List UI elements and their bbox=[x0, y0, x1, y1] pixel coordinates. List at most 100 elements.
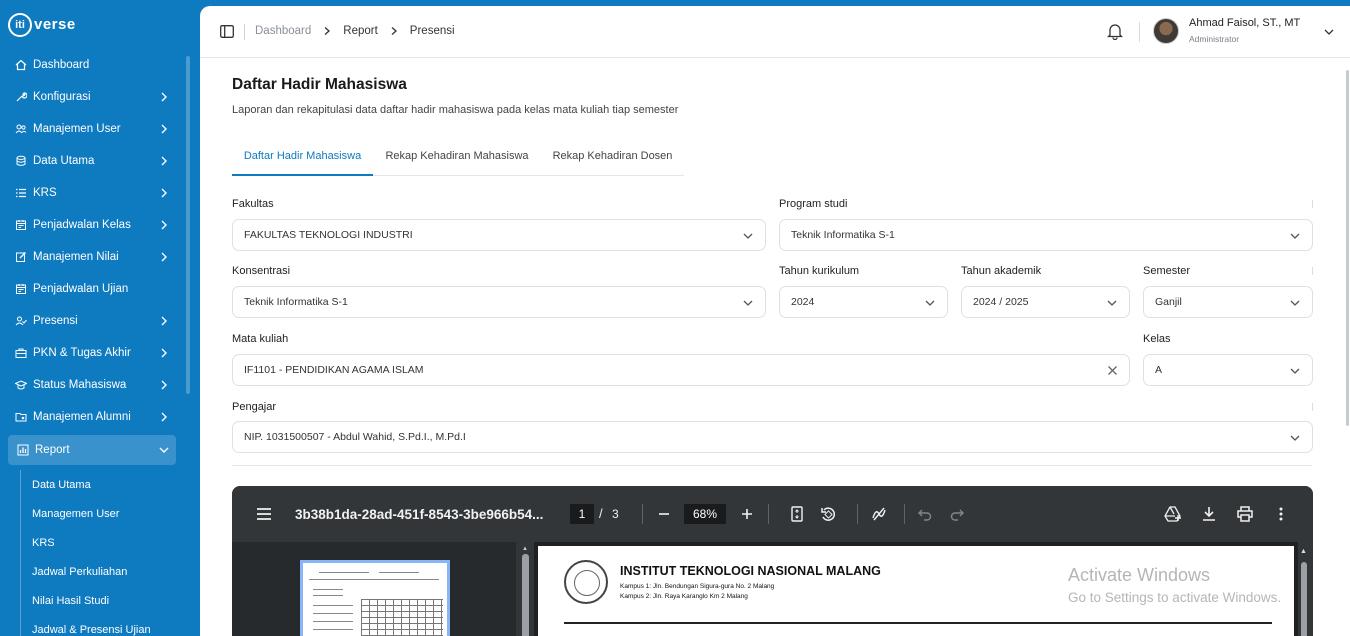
thumbnail-scrollbar[interactable] bbox=[522, 554, 529, 636]
zoom-level[interactable]: 68% bbox=[684, 504, 726, 524]
sidebar-toggle-icon[interactable] bbox=[220, 25, 234, 38]
submenu-item-managemen-user[interactable]: Managemen User bbox=[21, 499, 186, 528]
sidebar-item-dashboard[interactable]: Dashboard bbox=[0, 49, 186, 81]
report-submenu: Data Utama Managemen User KRS Jadwal Per… bbox=[20, 470, 186, 636]
bell-icon[interactable] bbox=[1107, 23, 1123, 40]
chevron-right-icon bbox=[161, 220, 167, 230]
sidebar: iti verse Dashboard Konfigurasi Manajeme… bbox=[0, 0, 200, 636]
sidebar-item-manajemen-nilai[interactable]: Manajemen Nilai bbox=[0, 241, 186, 273]
chevron-right-icon bbox=[391, 27, 397, 35]
thumbnail-line bbox=[313, 605, 353, 606]
sidebar-item-pkn-tugas-akhir[interactable]: PKN & Tugas Akhir bbox=[0, 337, 186, 369]
undo-button[interactable] bbox=[915, 504, 935, 524]
sidebar-item-krs[interactable]: KRS bbox=[0, 177, 186, 209]
page-title: Daftar Hadir Mahasiswa bbox=[232, 76, 407, 93]
sidebar-item-data-utama[interactable]: Data Utama bbox=[0, 145, 186, 177]
print-button[interactable] bbox=[1235, 504, 1255, 524]
user-name[interactable]: Ahmad Faisol, ST., MT bbox=[1189, 17, 1300, 29]
calendar-icon bbox=[14, 282, 28, 296]
tab-rekap-kehadiran-mahasiswa[interactable]: Rekap Kehadiran Mahasiswa bbox=[373, 142, 541, 176]
save-to-drive-button[interactable] bbox=[1163, 504, 1183, 524]
kurikulum-label: Tahun kurikulum bbox=[779, 265, 860, 277]
topbar: Dashboard Report Presensi Ahmad Faisol, … bbox=[200, 6, 1350, 58]
sidebar-item-label: Report bbox=[35, 444, 70, 456]
fakultas-value: FAKULTAS TEKNOLOGI INDUSTRI bbox=[244, 229, 413, 241]
konsentrasi-value: Teknik Informatika S-1 bbox=[244, 296, 348, 308]
fakultas-select[interactable]: FAKULTAS TEKNOLOGI INDUSTRI bbox=[232, 219, 766, 251]
sidebar-item-manajemen-user[interactable]: Manajemen User bbox=[0, 113, 186, 145]
sidebar-scrollbar[interactable] bbox=[186, 56, 190, 394]
konsentrasi-select[interactable]: Teknik Informatika S-1 bbox=[232, 286, 766, 318]
akademik-value: 2024 / 2025 bbox=[973, 296, 1029, 308]
breadcrumb-dashboard[interactable]: Dashboard bbox=[255, 25, 311, 37]
akademik-select[interactable]: 2024 / 2025 bbox=[961, 286, 1130, 318]
chevron-down-icon[interactable] bbox=[1323, 27, 1335, 37]
download-button[interactable] bbox=[1199, 504, 1219, 524]
sidebar-item-report[interactable]: Report bbox=[8, 435, 176, 465]
main-scrollbar[interactable] bbox=[1346, 70, 1349, 426]
more-options-button[interactable] bbox=[1271, 504, 1291, 524]
tab-rekap-kehadiran-dosen[interactable]: Rekap Kehadiran Dosen bbox=[541, 142, 684, 176]
redo-button[interactable] bbox=[947, 504, 967, 524]
topbar-divider bbox=[244, 24, 245, 40]
sidebar-item-label: Data Utama bbox=[33, 155, 95, 167]
annotate-button[interactable] bbox=[869, 504, 889, 524]
submenu-item-data-utama[interactable]: Data Utama bbox=[21, 470, 186, 499]
kurikulum-select[interactable]: 2024 bbox=[779, 286, 948, 318]
akademik-label: Tahun akademik bbox=[961, 265, 1042, 277]
toolbar-divider bbox=[857, 504, 858, 524]
thumbnail-line bbox=[313, 621, 353, 622]
chevron-down-icon bbox=[743, 233, 753, 239]
submenu-item-jadwal-presensi-ujian[interactable]: Jadwal & Presensi Ujian bbox=[21, 615, 186, 636]
zoom-out-button[interactable] bbox=[654, 504, 674, 524]
page-scrollbar[interactable] bbox=[1301, 562, 1307, 636]
users-icon bbox=[14, 122, 28, 136]
fit-page-button[interactable] bbox=[787, 504, 807, 524]
submenu-item-jadwal-perkuliahan[interactable]: Jadwal Perkuliahan bbox=[21, 557, 186, 586]
tab-daftar-hadir-mahasiswa[interactable]: Daftar Hadir Mahasiswa bbox=[232, 142, 373, 176]
sidebar-item-penjadwalan-ujian[interactable]: Penjadwalan Ujian bbox=[0, 273, 186, 305]
caret-up-icon[interactable]: ▲ bbox=[1300, 548, 1307, 555]
topbar-divider bbox=[1139, 22, 1140, 42]
zoom-in-button[interactable] bbox=[737, 504, 757, 524]
sidebar-item-status-mahasiswa[interactable]: Status Mahasiswa bbox=[0, 369, 186, 401]
pengajar-select[interactable]: NIP. 1031500507 - Abdul Wahid, S.Pd.I., … bbox=[232, 421, 1313, 453]
chevron-right-icon bbox=[161, 156, 167, 166]
document-address-2: Kampus 2: Jln. Raya Karanglo Km 2 Malang bbox=[620, 593, 748, 600]
semester-select[interactable]: Ganjil bbox=[1143, 286, 1313, 318]
pdf-page-input[interactable]: 1 bbox=[570, 504, 594, 524]
thumbnail-line bbox=[313, 589, 343, 590]
avatar[interactable] bbox=[1153, 18, 1179, 44]
sidebar-item-label: Status Mahasiswa bbox=[33, 379, 127, 391]
fit-page-icon bbox=[791, 506, 803, 522]
prodi-select[interactable]: Teknik Informatika S-1 bbox=[779, 219, 1313, 251]
chevron-down-icon bbox=[743, 300, 753, 306]
chevron-down-icon bbox=[925, 300, 935, 306]
submenu-item-nilai-hasil-studi[interactable]: Nilai Hasil Studi bbox=[21, 586, 186, 615]
pdf-toolbar: 3b38b1da-28ad-451f-8543-3be966b54... 1 /… bbox=[232, 486, 1313, 542]
submenu-item-krs[interactable]: KRS bbox=[21, 528, 186, 557]
chevron-right-icon bbox=[324, 27, 331, 35]
breadcrumb-report[interactable]: Report bbox=[343, 25, 378, 37]
sidebar-item-label: Penjadwalan Ujian bbox=[33, 283, 129, 295]
sidebar-item-presensi[interactable]: Presensi bbox=[0, 305, 186, 337]
kelas-label: Kelas bbox=[1143, 333, 1171, 345]
undo-icon bbox=[918, 509, 932, 521]
sidebar-item-manajemen-alumni[interactable]: Manajemen Alumni bbox=[0, 401, 186, 433]
fakultas-label: Fakultas bbox=[232, 198, 274, 210]
caret-up-icon[interactable]: ▲ bbox=[522, 546, 529, 552]
sidebar-item-label: Manajemen Alumni bbox=[33, 411, 131, 423]
folder-user-icon bbox=[14, 410, 28, 424]
matkul-select[interactable]: IF1101 - PENDIDIKAN AGAMA ISLAM bbox=[232, 354, 1130, 386]
chevron-down-icon bbox=[1107, 300, 1117, 306]
close-icon[interactable] bbox=[1107, 365, 1118, 376]
sidebar-item-konfigurasi[interactable]: Konfigurasi bbox=[0, 81, 186, 113]
kelas-select[interactable]: A bbox=[1143, 354, 1313, 386]
app-logo[interactable]: iti verse bbox=[8, 12, 76, 38]
sidebar-item-penjadwalan-kelas[interactable]: Penjadwalan Kelas bbox=[0, 209, 186, 241]
semester-value: Ganjil bbox=[1155, 296, 1182, 308]
menu-icon[interactable] bbox=[256, 507, 272, 521]
page-thumbnail[interactable] bbox=[300, 560, 450, 636]
pdf-viewer: 3b38b1da-28ad-451f-8543-3be966b54... 1 /… bbox=[232, 486, 1313, 636]
rotate-button[interactable] bbox=[818, 504, 838, 524]
